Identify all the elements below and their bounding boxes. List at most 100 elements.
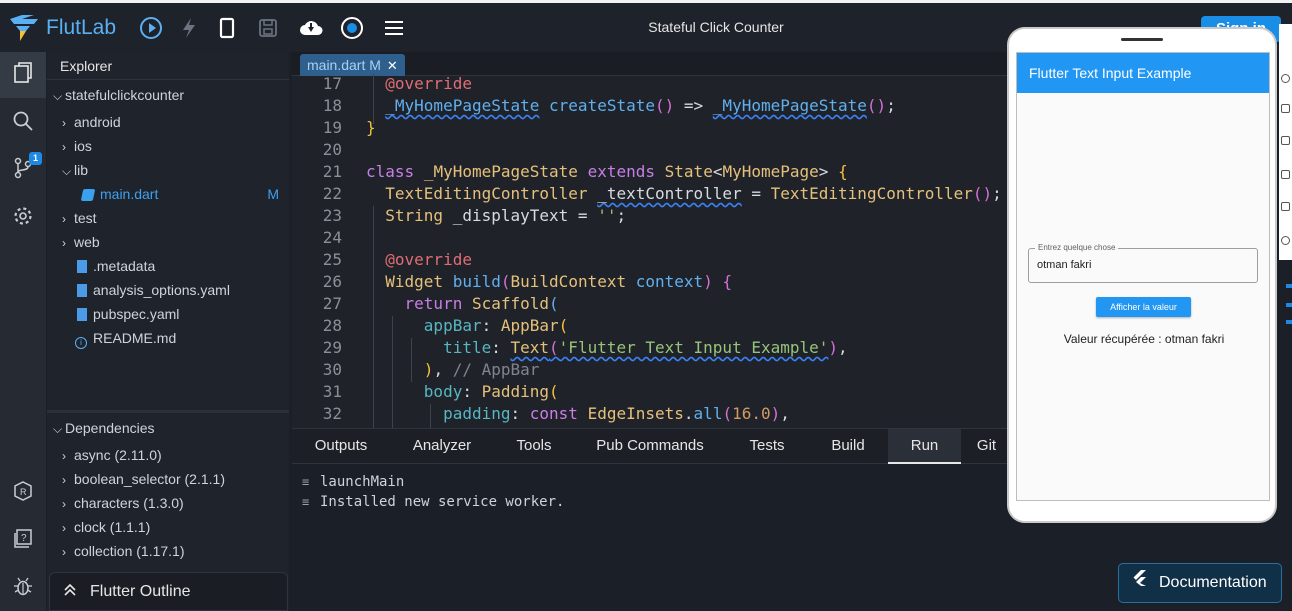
code-line: class _MyHomePageState extends State<MyH… <box>366 162 848 181</box>
tool-icon[interactable] <box>1281 136 1290 145</box>
code-line: } <box>366 118 376 137</box>
chevron-down-icon: ⌵ <box>62 164 72 178</box>
show-value-button[interactable]: Afficher la valeur <box>1096 297 1191 317</box>
help-activity-button[interactable]: ? <box>0 518 46 564</box>
explorer-header: Explorer <box>47 52 289 80</box>
dependency-label: collection (1.17.1) <box>74 543 185 559</box>
tool-icon[interactable] <box>1281 236 1290 245</box>
search-activity-button[interactable] <box>0 100 46 146</box>
editor-tabstrip: main.dart M ✕ <box>292 52 1012 76</box>
tree-item-ios[interactable]: › ios <box>47 134 289 158</box>
documentation-button[interactable]: Documentation <box>1118 563 1282 603</box>
app-bar-title: Flutter Text Input Example <box>1017 53 1269 93</box>
bottom-panel-tabs: Outputs Analyzer Tools Pub Commands Test… <box>292 428 1012 464</box>
tab-run[interactable]: Run <box>888 429 961 464</box>
close-icon[interactable]: ✕ <box>387 58 398 73</box>
dependency-item[interactable]: › collection (1.17.1) <box>47 539 289 563</box>
line-number: 32 <box>322 404 342 423</box>
code-line: ), // AppBar <box>423 360 540 379</box>
chevron-right-icon: › <box>62 236 66 250</box>
dependency-item[interactable]: › async (2.11.0) <box>47 443 289 467</box>
line-number: 19 <box>322 118 342 137</box>
dependencies-label: Dependencies <box>65 420 155 436</box>
tab-build[interactable]: Build <box>808 429 888 464</box>
tree-item-test[interactable]: › test <box>47 206 289 230</box>
file-icon <box>77 260 87 273</box>
tool-icon[interactable] <box>1281 170 1290 179</box>
tree-item-metadata[interactable]: .metadata <box>47 254 289 278</box>
source-control-activity-button[interactable]: 1 <box>0 147 46 193</box>
activity-bar: 1 R ? <box>0 52 46 611</box>
scroll-marker <box>1286 284 1292 288</box>
text-input-field[interactable]: Entrez quelque chose otman fakri <box>1028 243 1258 283</box>
chevron-right-icon: › <box>62 497 66 511</box>
tree-item-android[interactable]: › android <box>47 110 289 134</box>
device-preview: Flutter Text Input Example Entrez quelqu… <box>1007 27 1277 523</box>
tool-icon[interactable] <box>1281 104 1290 113</box>
svg-text:R: R <box>20 487 27 497</box>
tree-item-lib[interactable]: ⌵ lib <box>47 158 289 182</box>
tool-icon[interactable] <box>1281 202 1290 211</box>
search-icon <box>12 110 34 137</box>
dependency-label: clock (1.1.1) <box>74 519 151 535</box>
tree-item-readme[interactable]: i README.md <box>47 326 289 350</box>
chevron-right-icon: › <box>62 473 66 487</box>
log-icon: ≡ <box>302 475 310 489</box>
dependency-item[interactable]: › clock (1.1.1) <box>47 515 289 539</box>
code-area[interactable]: 17 18 19 20 21 22 23 24 25 26 27 28 29 3… <box>292 74 1012 428</box>
dependencies-header[interactable]: ⌵ Dependencies <box>47 416 289 440</box>
tree-item-analysis-options[interactable]: analysis_options.yaml <box>47 278 289 302</box>
settings-activity-button[interactable] <box>0 195 46 241</box>
text-input-value: otman fakri <box>1037 259 1092 271</box>
project-root[interactable]: ⌵ statefulclickcounter <box>47 83 289 107</box>
debug-activity-button[interactable] <box>0 565 46 611</box>
line-number: 27 <box>322 294 342 313</box>
run-console[interactable]: ≡ launchMain ≡ Installed new service worke… <box>292 464 1012 611</box>
flutter-outline-panel[interactable]: Flutter Outline <box>49 572 288 611</box>
chevron-right-icon: › <box>62 116 66 130</box>
code-line: Widget build(BuildContext context) { <box>385 272 733 291</box>
tab-tests[interactable]: Tests <box>726 429 808 464</box>
tree-item-label: web <box>74 234 100 250</box>
code-editor[interactable]: main.dart M ✕ 17 18 19 20 21 22 23 24 25 … <box>292 52 1012 428</box>
tab-main-dart[interactable]: main.dart M ✕ <box>300 54 405 76</box>
source-control-badge: 1 <box>29 152 42 165</box>
explorer-activity-button[interactable] <box>0 52 46 98</box>
tab-tools[interactable]: Tools <box>494 429 574 464</box>
files-icon <box>12 61 34 90</box>
code-line: appBar: AppBar( <box>423 316 569 335</box>
tab-git[interactable]: Git <box>961 429 1012 464</box>
console-text: launchMain <box>320 474 405 490</box>
modified-badge: M <box>267 186 279 202</box>
code-line: @override <box>385 250 472 269</box>
result-text: Valeur récupérée : otman fakri <box>1063 332 1225 346</box>
tree-item-pubspec[interactable]: pubspec.yaml <box>47 302 289 326</box>
tree-item-main-dart[interactable]: main.dart M <box>47 182 289 206</box>
line-number: 30 <box>322 360 342 379</box>
registry-icon: R <box>12 480 34 507</box>
tab-pub-commands[interactable]: Pub Commands <box>574 429 726 464</box>
flutter-icon <box>1119 564 1159 602</box>
tree-item-label: main.dart <box>100 186 159 202</box>
dependency-item[interactable]: › characters (1.3.0) <box>47 491 289 515</box>
dependency-label: characters (1.3.0) <box>74 495 184 511</box>
console-text: Installed new service worker. <box>320 494 565 510</box>
tab-label: main.dart M <box>307 57 381 73</box>
line-number: 28 <box>322 316 342 335</box>
speaker <box>1121 38 1163 41</box>
dependency-item[interactable]: › boolean_selector (2.1.1) <box>47 467 289 491</box>
tab-outputs[interactable]: Outputs <box>292 429 390 464</box>
registry-activity-button[interactable]: R <box>0 470 46 516</box>
code-line: title: Text('Flutter Text Input Example'… <box>443 338 848 357</box>
chevron-down-icon: ⌵ <box>53 422 63 436</box>
line-number: 24 <box>322 228 342 247</box>
line-number: 26 <box>322 272 342 291</box>
tree-item-web[interactable]: › web <box>47 230 289 254</box>
help-icon: ? <box>12 528 34 555</box>
tab-analyzer[interactable]: Analyzer <box>390 429 494 464</box>
line-number: 21 <box>322 162 342 181</box>
panel-divider[interactable] <box>47 410 289 413</box>
code-line: TextEditingController _textController = … <box>385 184 1002 203</box>
tool-icon[interactable] <box>1281 74 1290 83</box>
line-number: 17 <box>322 74 342 93</box>
